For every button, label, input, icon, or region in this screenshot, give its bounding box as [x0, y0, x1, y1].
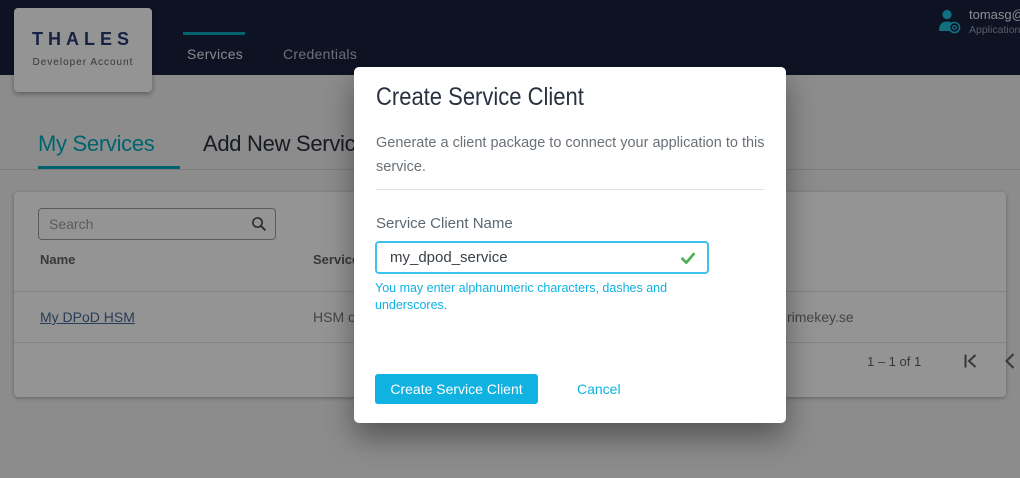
valid-check-icon — [680, 250, 696, 266]
service-client-name-field — [375, 241, 709, 274]
cancel-button[interactable]: Cancel — [577, 374, 621, 404]
input-helper-line: You may enter alphanumeric characters, d… — [375, 280, 667, 297]
create-service-client-dialog: Create Service Client Generate a client … — [354, 67, 786, 423]
dialog-divider — [376, 189, 764, 190]
dialog-description-line: Generate a client package to connect you… — [376, 131, 765, 155]
dialog-description: Generate a client package to connect you… — [376, 131, 765, 179]
create-service-client-button[interactable]: Create Service Client — [375, 374, 538, 404]
dialog-title: Create Service Client — [376, 83, 584, 112]
input-helper-line: underscores. — [375, 297, 667, 314]
service-client-name-input[interactable] — [377, 243, 707, 272]
service-client-name-label: Service Client Name — [376, 215, 513, 232]
dialog-description-line: service. — [376, 155, 765, 179]
input-helper-text: You may enter alphanumeric characters, d… — [375, 280, 667, 313]
